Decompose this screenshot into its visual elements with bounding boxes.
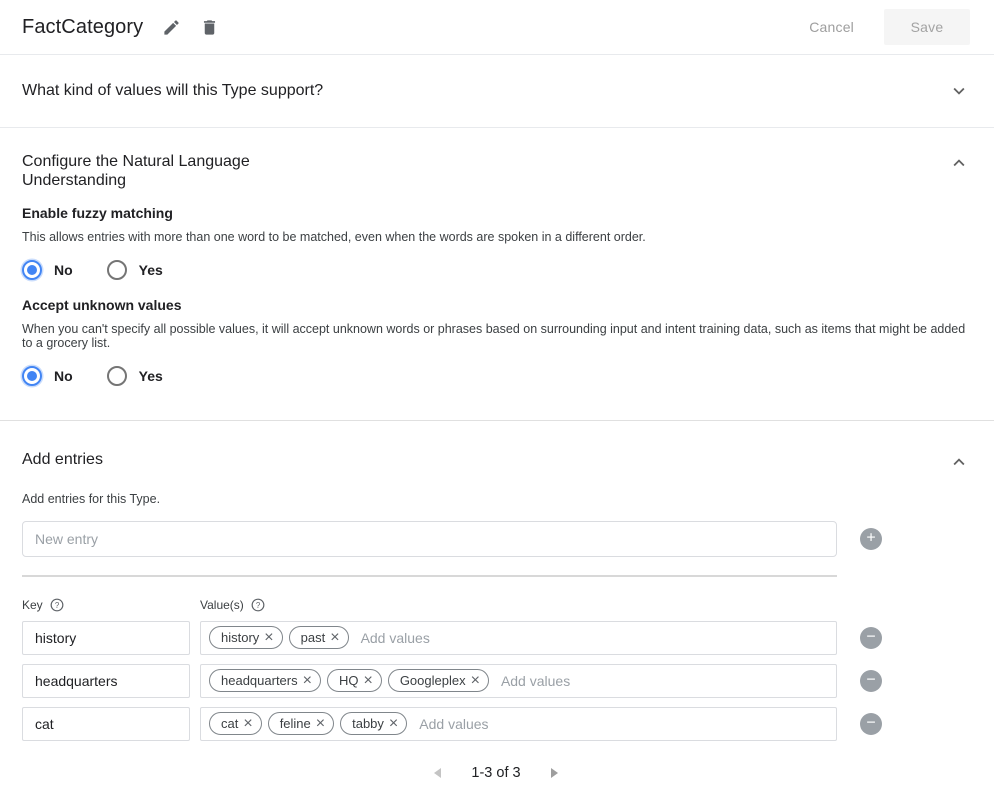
- chevron-up-icon[interactable]: [948, 152, 970, 174]
- svg-text:?: ?: [55, 600, 60, 609]
- value-chip[interactable]: cat ×: [209, 712, 262, 735]
- key-column-header: Key: [22, 598, 43, 612]
- add-entries-title: Add entries: [22, 451, 103, 469]
- remove-entry-button[interactable]: −: [860, 627, 882, 649]
- section-add-entries: Add entries Add entries for this Type. +…: [0, 421, 994, 782]
- fuzzy-radio-no[interactable]: No: [22, 260, 73, 280]
- chip-label: feline: [280, 716, 311, 731]
- radio-button-icon: [22, 260, 42, 280]
- next-page-icon: [551, 768, 558, 778]
- page-title: FactCategory: [22, 16, 143, 39]
- radio-label: Yes: [139, 368, 163, 384]
- chip-remove-icon[interactable]: ×: [330, 632, 339, 644]
- chip-remove-icon[interactable]: ×: [264, 632, 273, 644]
- chip-remove-icon[interactable]: ×: [243, 718, 252, 730]
- edit-pencil-icon[interactable]: [162, 18, 181, 37]
- unknown-values-radio-group: No Yes: [22, 364, 970, 388]
- radio-button-icon: [107, 366, 127, 386]
- remove-entry-button[interactable]: −: [860, 713, 882, 735]
- entry-key-input[interactable]: [22, 621, 190, 655]
- entries-divider: [22, 575, 837, 577]
- fuzzy-matching-radio-group: No Yes: [22, 258, 970, 282]
- entries-column-headers: Key ? Value(s) ?: [22, 598, 970, 612]
- remove-entry-button[interactable]: −: [860, 670, 882, 692]
- help-icon[interactable]: ?: [50, 598, 64, 612]
- add-values-placeholder: Add values: [501, 673, 570, 689]
- entry-key-input[interactable]: [22, 664, 190, 698]
- prev-page-icon: [434, 768, 441, 778]
- fuzzy-matching-description: This allows entries with more than one w…: [22, 230, 970, 245]
- entry-row: headquarters × HQ × Googleplex × Add values −: [22, 664, 970, 698]
- entry-row: history × past × Add values −: [22, 621, 970, 655]
- entry-values-field[interactable]: cat × feline × tabby × Add values: [200, 707, 837, 741]
- unknown-values-title: Accept unknown values: [22, 297, 970, 313]
- value-chip[interactable]: tabby ×: [340, 712, 407, 735]
- section-nlu: Configure the Natural Language Understan…: [0, 128, 994, 421]
- entry-values-field[interactable]: headquarters × HQ × Googleplex × Add values: [200, 664, 837, 698]
- chip-label: past: [301, 630, 326, 645]
- entry-values-field[interactable]: history × past × Add values: [200, 621, 837, 655]
- header-bar: FactCategory Cancel Save: [0, 0, 994, 55]
- radio-label: No: [54, 368, 73, 384]
- value-chip[interactable]: Googleplex ×: [388, 669, 489, 692]
- plus-icon: +: [866, 530, 875, 546]
- delete-trash-icon[interactable]: [200, 18, 219, 37]
- entry-row: cat × feline × tabby × Add values −: [22, 707, 970, 741]
- value-chip[interactable]: past ×: [289, 626, 349, 649]
- radio-label: Yes: [139, 262, 163, 278]
- new-entry-input[interactable]: [22, 521, 837, 557]
- minus-icon: −: [866, 672, 875, 688]
- chip-label: tabby: [352, 716, 384, 731]
- chip-label: cat: [221, 716, 238, 731]
- pagination-label: 1-3 of 3: [471, 765, 520, 781]
- entries-rows: history×past×Add values − headquarters×H…: [22, 621, 970, 741]
- add-entry-button[interactable]: +: [860, 528, 882, 550]
- unknown-radio-no[interactable]: No: [22, 366, 73, 386]
- radio-button-icon: [107, 260, 127, 280]
- add-values-placeholder: Add values: [361, 630, 430, 646]
- section-values-type[interactable]: What kind of values will this Type suppo…: [0, 55, 994, 128]
- add-values-placeholder: Add values: [419, 716, 488, 732]
- fuzzy-radio-yes[interactable]: Yes: [107, 260, 163, 280]
- pagination-prev-button[interactable]: [430, 764, 445, 782]
- chip-remove-icon[interactable]: ×: [471, 675, 480, 687]
- chip-remove-icon[interactable]: ×: [316, 718, 325, 730]
- chip-remove-icon[interactable]: ×: [389, 718, 398, 730]
- nlu-title: Configure the Natural Language Understan…: [22, 152, 274, 190]
- entry-key-input[interactable]: [22, 707, 190, 741]
- value-chip[interactable]: feline ×: [268, 712, 334, 735]
- save-button[interactable]: Save: [884, 9, 970, 45]
- fuzzy-matching-title: Enable fuzzy matching: [22, 205, 970, 221]
- cancel-button[interactable]: Cancel: [809, 19, 854, 35]
- pagination: 1-3 of 3: [22, 764, 970, 782]
- help-icon[interactable]: ?: [251, 598, 265, 612]
- chevron-down-icon[interactable]: [948, 80, 970, 102]
- value-chip[interactable]: HQ ×: [327, 669, 382, 692]
- add-entries-description: Add entries for this Type.: [22, 492, 970, 506]
- minus-icon: −: [866, 629, 875, 645]
- values-column-header: Value(s): [200, 598, 244, 612]
- unknown-values-description: When you can't specify all possible valu…: [22, 322, 970, 351]
- radio-label: No: [54, 262, 73, 278]
- unknown-radio-yes[interactable]: Yes: [107, 366, 163, 386]
- chip-label: history: [221, 630, 259, 645]
- chip-label: HQ: [339, 673, 359, 688]
- values-type-title: What kind of values will this Type suppo…: [22, 82, 323, 100]
- radio-button-icon: [22, 366, 42, 386]
- chip-label: Googleplex: [400, 673, 466, 688]
- chip-remove-icon[interactable]: ×: [303, 675, 312, 687]
- chevron-up-icon[interactable]: [948, 451, 970, 473]
- chip-remove-icon[interactable]: ×: [363, 675, 372, 687]
- value-chip[interactable]: history ×: [209, 626, 283, 649]
- value-chip[interactable]: headquarters ×: [209, 669, 321, 692]
- svg-text:?: ?: [256, 600, 261, 609]
- minus-icon: −: [866, 715, 875, 731]
- chip-label: headquarters: [221, 673, 298, 688]
- pagination-next-button[interactable]: [547, 764, 562, 782]
